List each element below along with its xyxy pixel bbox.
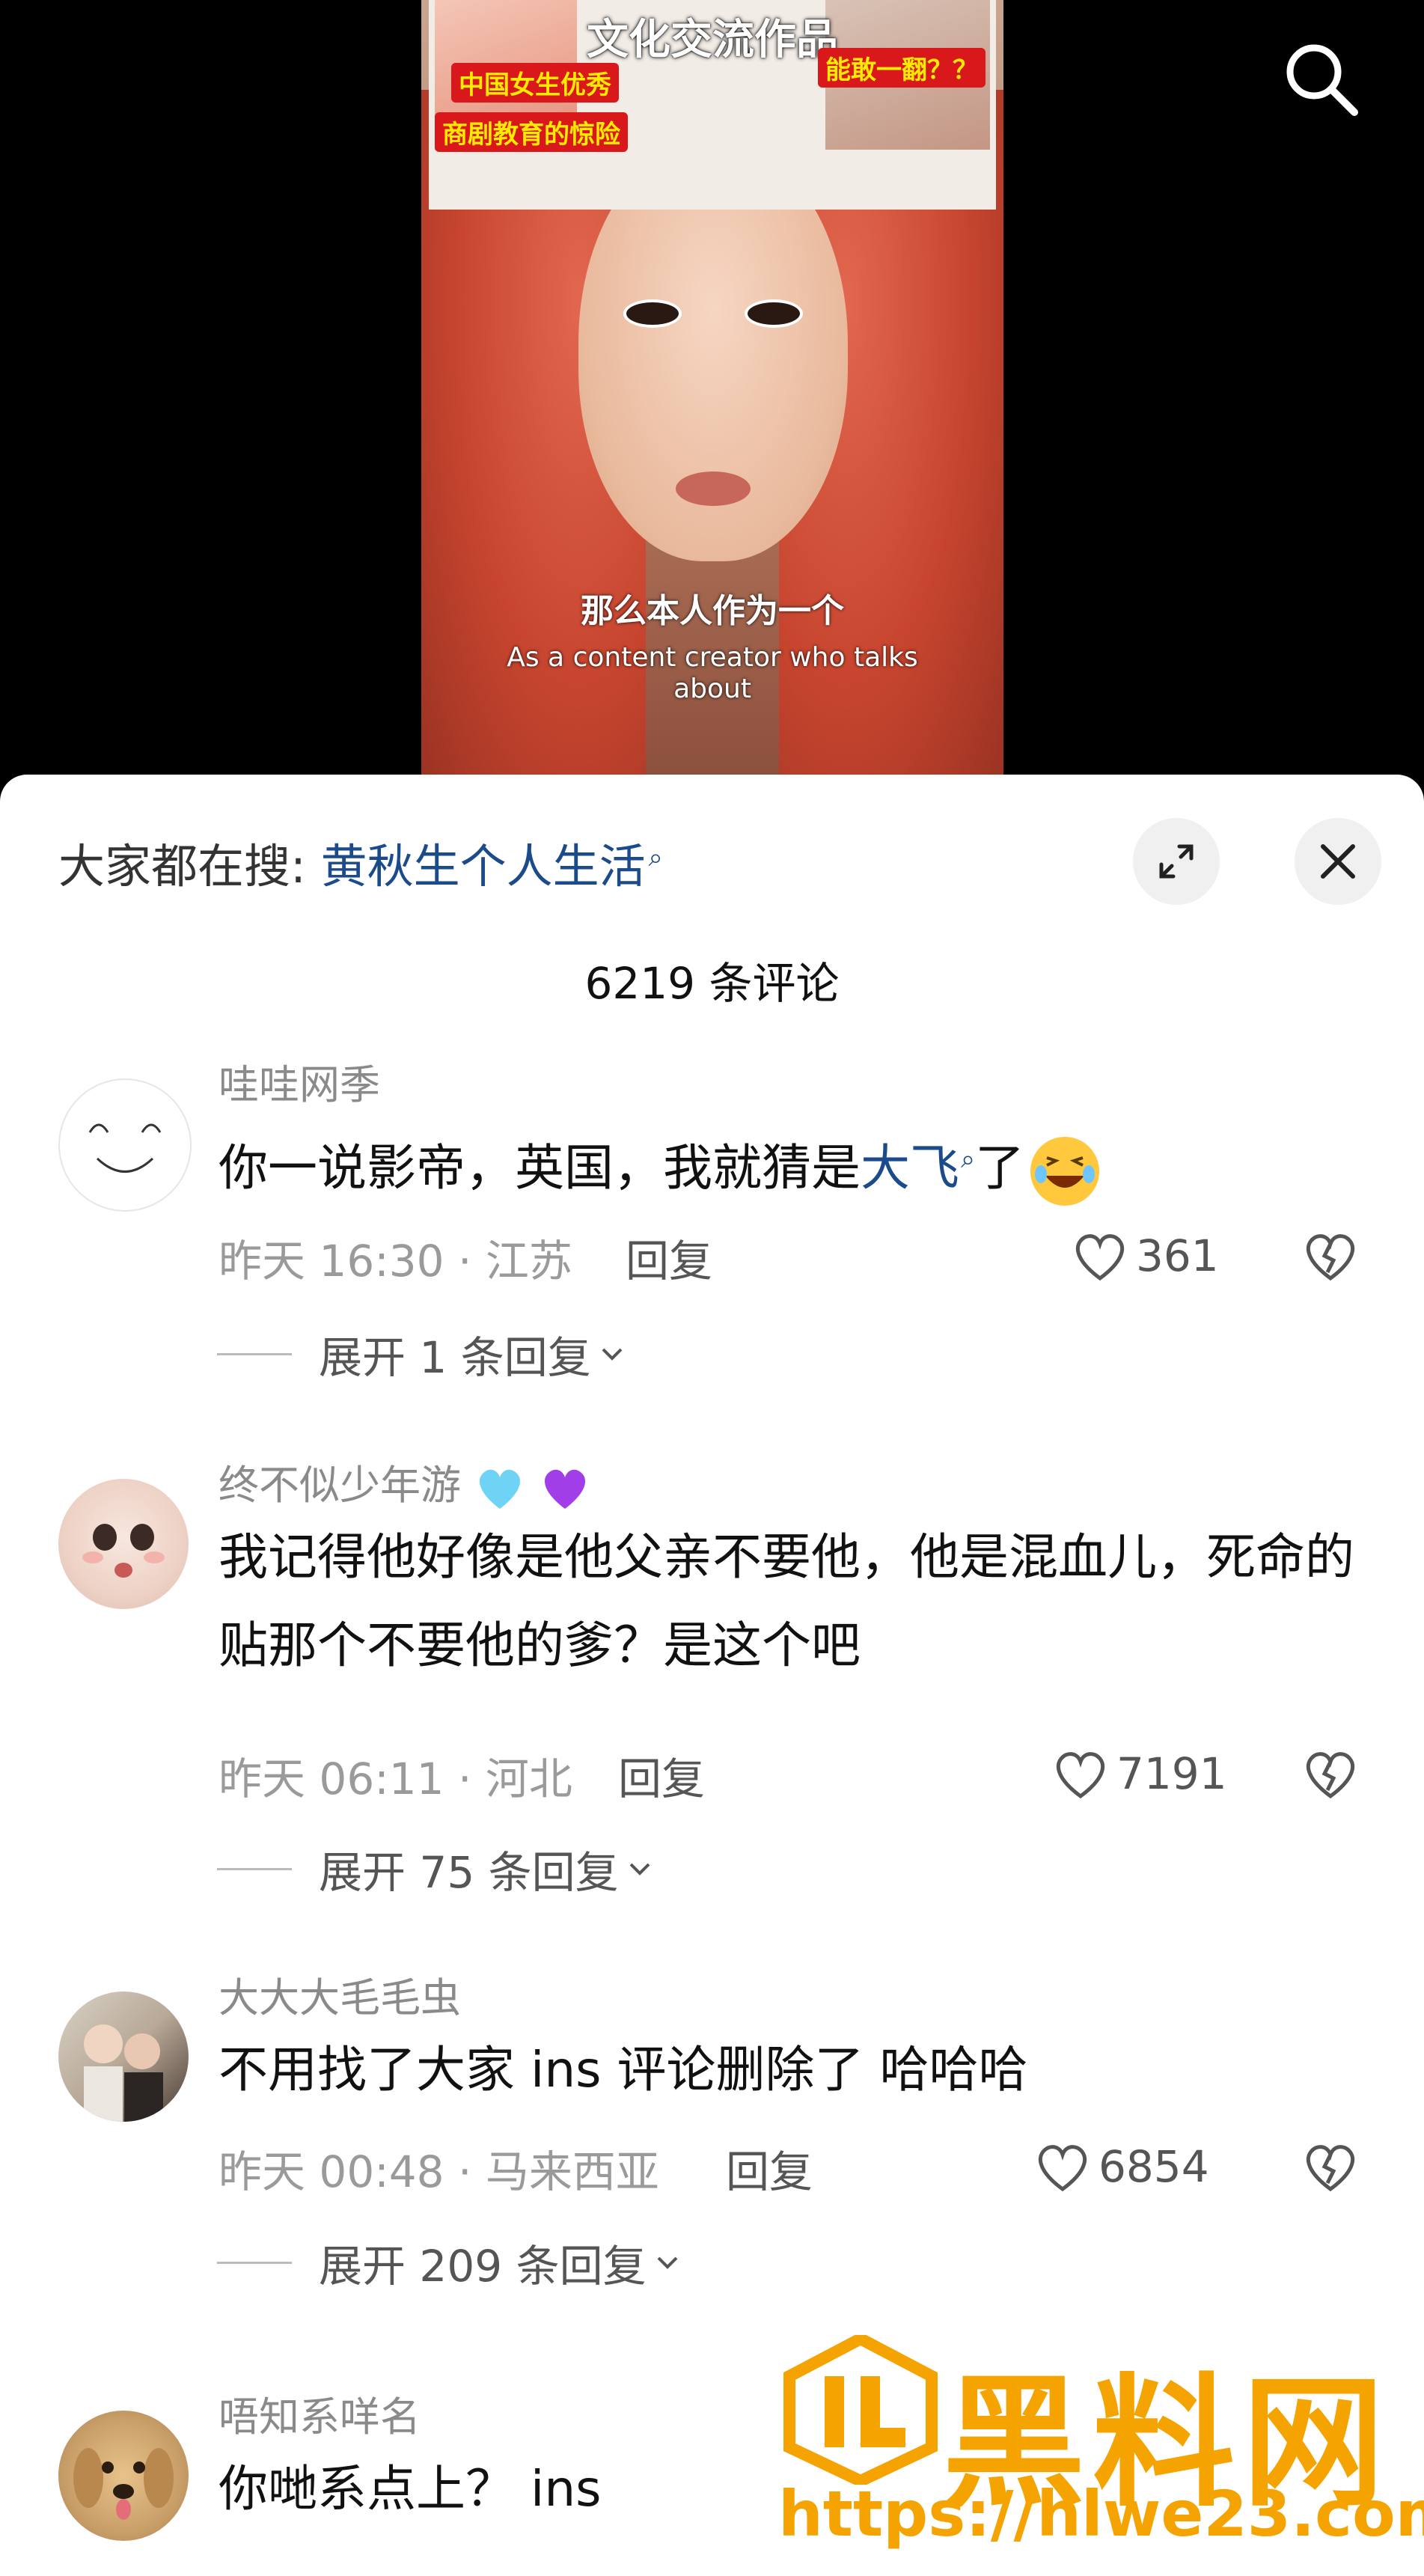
video-subtitle-en: As a content creator who talks about [507, 642, 918, 704]
hot-search-bar: 大家都在搜: 黄秋生个人生活 ⌕ [58, 828, 663, 896]
expand-replies-label: 展开 209 条回复 [319, 2241, 647, 2292]
divider-line [217, 1867, 292, 1870]
expand-replies-button[interactable]: 展开 75 条回复 [217, 1837, 656, 1900]
expand-sheet-button[interactable] [1133, 818, 1220, 905]
keyword-text: 大飞 [861, 1139, 959, 1197]
comment-time-location: 昨天 16:30 · 江苏 [219, 1236, 572, 1287]
like-count: 6854 [1098, 2141, 1209, 2192]
hot-search-label: 大家都在搜: [58, 839, 306, 894]
divider-line [217, 1352, 292, 1355]
avatar-photo-icon [84, 2024, 163, 2122]
video-eye-left [623, 299, 682, 328]
chevron-down-icon [657, 2256, 677, 2269]
expand-replies-label: 展开 1 条回复 [319, 1332, 591, 1383]
screen: 文化交流作品 中国女生优秀 商剧教育的惊险 能敢一翻？？ 那么本人作为一个 As… [0, 0, 1424, 2576]
expand-replies-label: 展开 75 条回复 [319, 1847, 619, 1898]
like-button[interactable]: 6854 [1033, 2137, 1209, 2197]
dog-avatar-icon [73, 2448, 174, 2520]
broken-heart-icon [1307, 1234, 1354, 1281]
laughing-emoji-icon [1030, 1136, 1100, 1206]
comment-username[interactable]: 终不似少年游 [219, 1452, 591, 1514]
inset-tag-3: 能敢一翻？？ [818, 48, 986, 88]
heart-icon [1076, 1234, 1124, 1281]
video-eye-right [745, 299, 803, 328]
comment-text: 我记得他好像是他父亲不要他，他是混血儿，死命的贴那个不要他的爹？是这个吧 [219, 1528, 1354, 1674]
video-inset-thumbnail: 文化交流作品 中国女生优秀 商剧教育的惊险 能敢一翻？？ [429, 0, 996, 210]
comment-count-title: 6219 条评论 [584, 958, 840, 1009]
comment-text-before: 你一说影帝，英国，我就猜是 [219, 1139, 861, 1197]
search-button[interactable] [1280, 37, 1362, 120]
video-frame[interactable]: 文化交流作品 中国女生优秀 商剧教育的惊险 能敢一翻？？ 那么本人作为一个 As… [421, 0, 1003, 793]
reply-button[interactable]: 回复 [626, 1226, 712, 1289]
hot-search-term: 黄秋生个人生活 [320, 839, 646, 894]
comment-text: 不用找了大家 ins 评论删除了 哈哈哈 [219, 2041, 1028, 2099]
expand-icon [1159, 844, 1194, 879]
avatar[interactable] [58, 1078, 192, 1212]
comment-username[interactable]: 唔知系咩名 [219, 2384, 421, 2443]
avatar-face-icon [82, 1524, 165, 1578]
heart-icon [1039, 2145, 1087, 2192]
watermark-url: https://hlwe23.com [778, 2477, 1424, 2551]
reply-button[interactable]: 回复 [618, 1744, 705, 1807]
like-count: 7191 [1116, 1748, 1227, 1799]
username-text: 终不似少年游 [219, 1462, 461, 1509]
inset-tag-1: 中国女生优秀 [451, 63, 619, 103]
chevron-down-icon [602, 1348, 623, 1361]
expand-replies-button[interactable]: 展开 209 条回复 [217, 2231, 684, 2294]
close-sheet-button[interactable] [1295, 818, 1381, 905]
comments-sheet: 大家都在搜: 黄秋生个人生活 ⌕ 6219 条评论 哇哇网季 你一说影帝，英国，… [0, 775, 1424, 2576]
comment-username[interactable]: 大大大毛毛虫 [219, 1965, 461, 2024]
close-icon [1321, 844, 1355, 879]
search-small-icon: ⌕ [961, 1144, 976, 1174]
keyword-link[interactable]: 大飞⌕ [861, 1139, 975, 1197]
reply-button[interactable]: 回复 [726, 2137, 813, 2200]
search-small-icon: ⌕ [648, 843, 663, 873]
blue-heart-icon [480, 1470, 521, 1510]
avatar[interactable] [58, 1479, 189, 1609]
expand-replies-button[interactable]: 展开 1 条回复 [217, 1322, 629, 1385]
like-button[interactable]: 361 [1070, 1226, 1219, 1286]
search-icon [1286, 44, 1358, 116]
dislike-button[interactable] [1301, 1226, 1360, 1286]
inset-tag-2: 商剧教育的惊险 [435, 112, 628, 152]
comment-text: 你一说影帝，英国，我就猜是大飞⌕了 [219, 1115, 1356, 1212]
video-subtitle-cn: 那么本人作为一个 [581, 592, 844, 630]
chevron-down-icon [629, 1863, 650, 1875]
smiley-avatar-icon [88, 1123, 162, 1173]
comment-time-location: 昨天 06:11 · 河北 [219, 1754, 572, 1804]
like-count: 361 [1136, 1230, 1219, 1281]
heart-icon [1057, 1752, 1104, 1799]
avatar[interactable] [58, 2411, 189, 2541]
avatar[interactable] [58, 1991, 189, 2122]
like-button[interactable]: 7191 [1051, 1744, 1227, 1804]
broken-heart-icon [1307, 2145, 1354, 2192]
watermark: 黑料网 https://hlwe23.com [771, 2328, 1424, 2575]
watermark-logo-icon [783, 2335, 938, 2485]
divider-line [217, 2261, 292, 2264]
broken-heart-icon [1307, 1752, 1354, 1799]
comment-username[interactable]: 哇哇网季 [219, 1052, 380, 1111]
comment-text-after: 了 [975, 1139, 1025, 1197]
video-player[interactable]: 文化交流作品 中国女生优秀 商剧教育的惊险 能敢一翻？？ 那么本人作为一个 As… [0, 0, 1424, 793]
purple-heart-icon [545, 1470, 586, 1510]
video-lips [676, 471, 751, 506]
comment-time-location: 昨天 00:48 · 马来西亚 [219, 2146, 659, 2197]
dislike-button[interactable] [1301, 2137, 1360, 2197]
hot-search-term-link[interactable]: 黄秋生个人生活 ⌕ [321, 839, 663, 894]
dislike-button[interactable] [1301, 1744, 1360, 1804]
